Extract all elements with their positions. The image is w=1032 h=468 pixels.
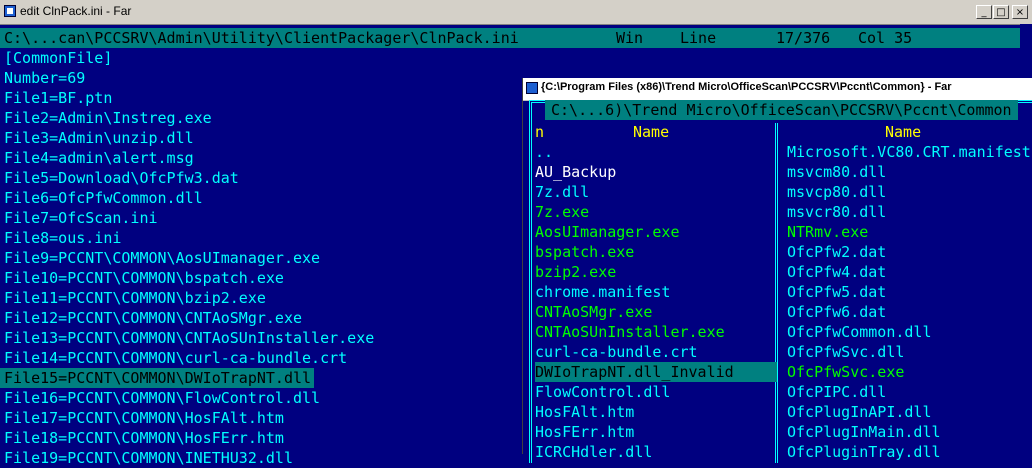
window-titlebar: edit ClnPack.ini - Far _ □ × xyxy=(0,0,1032,25)
file-item-selected[interactable]: DWIoTrapNT.dll_Invalid xyxy=(535,362,777,382)
editor-scrollbar[interactable] xyxy=(1020,24,1032,80)
file-item[interactable]: OfcPfwCommon.dll xyxy=(787,322,1031,342)
editor-line[interactable]: File2=Admin\Instreg.exe xyxy=(0,108,374,128)
window-title: edit ClnPack.ini - Far xyxy=(20,4,132,18)
editor-line[interactable]: File4=admin\alert.msg xyxy=(0,148,374,168)
editor-line[interactable]: File9=PCCNT\COMMON\AosUImanager.exe xyxy=(0,248,374,268)
file-item[interactable]: OfcPlugInMain.dll xyxy=(787,422,1031,442)
file-item[interactable]: msvcr80.dll xyxy=(787,202,1031,222)
close-button[interactable]: × xyxy=(1012,5,1028,19)
file-item[interactable]: 7z.dll xyxy=(535,182,777,202)
file-item[interactable]: AU_Backup xyxy=(535,162,777,182)
file-item[interactable]: bspatch.exe xyxy=(535,242,777,262)
far-app-icon xyxy=(526,82,538,94)
panel-titlebar: {C:\Program Files (x86)\Trend Micro\Offi… xyxy=(523,78,1032,101)
editor-status-bar: C:\...can\PCCSRV\Admin\Utility\ClientPac… xyxy=(0,28,1032,48)
editor-line[interactable]: File13=PCCNT\COMMON\CNTAoSUnInstaller.ex… xyxy=(0,328,374,348)
file-list-right[interactable]: Microsoft.VC80.CRT.manifest msvcm80.dll ms… xyxy=(787,142,1031,462)
file-item[interactable]: HosFErr.htm xyxy=(535,422,777,442)
file-item[interactable]: OfcPluginTray.dll xyxy=(787,442,1031,462)
column-header-name-right: Name xyxy=(885,123,922,141)
file-item[interactable]: 7z.exe xyxy=(535,202,777,222)
column-header-name-left: Name xyxy=(633,123,670,141)
column-header-n: n xyxy=(535,123,545,141)
file-item[interactable]: OfcPfw5.dat xyxy=(787,282,1031,302)
editor-line[interactable]: [CommonFile] xyxy=(0,48,374,68)
file-item[interactable]: msvcm80.dll xyxy=(787,162,1031,182)
file-item[interactable]: .. xyxy=(535,142,777,162)
file-item[interactable]: OfcPfwSvc.dll xyxy=(787,342,1031,362)
editor-line[interactable]: File8=ous.ini xyxy=(0,228,374,248)
file-item[interactable]: OfcPfw2.dat xyxy=(787,242,1031,262)
file-item[interactable]: OfcPlugInAPI.dll xyxy=(787,402,1031,422)
editor-line[interactable]: File6=OfcPfwCommon.dll xyxy=(0,188,374,208)
editor-line[interactable]: File17=PCCNT\COMMON\HosFAlt.htm xyxy=(0,408,374,428)
editor-line[interactable]: File7=OfcScan.ini xyxy=(0,208,374,228)
file-item[interactable]: msvcp80.dll xyxy=(787,182,1031,202)
editor-file-path: C:\...can\PCCSRV\Admin\Utility\ClientPac… xyxy=(4,29,519,47)
editor-line[interactable]: File16=PCCNT\COMMON\FlowControl.dll xyxy=(0,388,374,408)
far-app-icon xyxy=(4,5,16,17)
editor-line-selected[interactable]: File15=PCCNT\COMMON\DWIoTrapNT.dll xyxy=(0,368,315,388)
file-item[interactable]: OfcPIPC.dll xyxy=(787,382,1031,402)
maximize-button[interactable]: □ xyxy=(993,5,1009,19)
file-item[interactable]: curl-ca-bundle.crt xyxy=(535,342,777,362)
editor-line[interactable]: File14=PCCNT\COMMON\curl-ca-bundle.crt xyxy=(0,348,374,368)
editor-line[interactable]: File12=PCCNT\COMMON\CNTAoSMgr.exe xyxy=(0,308,374,328)
editor-line[interactable]: File11=PCCNT\COMMON\bzip2.exe xyxy=(0,288,374,308)
editor-line[interactable]: File18=PCCNT\COMMON\HosFErr.htm xyxy=(0,428,374,448)
file-item[interactable]: chrome.manifest xyxy=(535,282,777,302)
file-item[interactable]: OfcPfw6.dat xyxy=(787,302,1031,322)
file-item[interactable]: FlowControl.dll xyxy=(535,382,777,402)
editor-line[interactable]: File3=Admin\unzip.dll xyxy=(0,128,374,148)
editor-text[interactable]: [CommonFile] Number=69 File1=BF.ptn File2=A… xyxy=(0,48,374,468)
panel-title: {C:\Program Files (x86)\Trend Micro\Offi… xyxy=(541,81,952,93)
editor-line[interactable]: File19=PCCNT\COMMON\INETHU32.dll xyxy=(0,448,374,468)
file-item[interactable]: AosUImanager.exe xyxy=(535,222,777,242)
file-list-left[interactable]: .. AU_Backup 7z.dll 7z.exe AosUImanager.exe b… xyxy=(535,142,777,462)
file-item[interactable]: CNTAoSUnInstaller.exe xyxy=(535,322,777,342)
eol-indicator: Win xyxy=(616,29,644,47)
file-item[interactable]: OfcPfwSvc.exe xyxy=(787,362,1031,382)
editor-line[interactable]: Number=69 xyxy=(0,68,374,88)
line-label: Line xyxy=(680,29,717,47)
far-panel-window[interactable]: {C:\Program Files (x86)\Trend Micro\Offi… xyxy=(522,78,1032,463)
column-position: Col 35 xyxy=(858,29,913,47)
file-item[interactable]: HosFAlt.htm xyxy=(535,402,777,422)
editor-line[interactable]: File5=Download\OfcPfw3.dat xyxy=(0,168,374,188)
file-item[interactable]: bzip2.exe xyxy=(535,262,777,282)
line-position: 17/376 xyxy=(776,29,831,47)
file-item[interactable]: OfcPfw4.dat xyxy=(787,262,1031,282)
file-item[interactable]: NTRmv.exe xyxy=(787,222,1031,242)
file-item[interactable]: CNTAoSMgr.exe xyxy=(535,302,777,322)
file-item[interactable]: ICRCHdler.dll xyxy=(535,442,777,462)
minimize-button[interactable]: _ xyxy=(976,5,992,19)
editor-line[interactable]: File1=BF.ptn xyxy=(0,88,374,108)
panel-path: C:\...6)\Trend Micro\OfficeScan\PCCSRV\P… xyxy=(545,100,1018,120)
file-item[interactable]: Microsoft.VC80.CRT.manifest xyxy=(787,142,1031,162)
editor-line[interactable]: File10=PCCNT\COMMON\bspatch.exe xyxy=(0,268,374,288)
